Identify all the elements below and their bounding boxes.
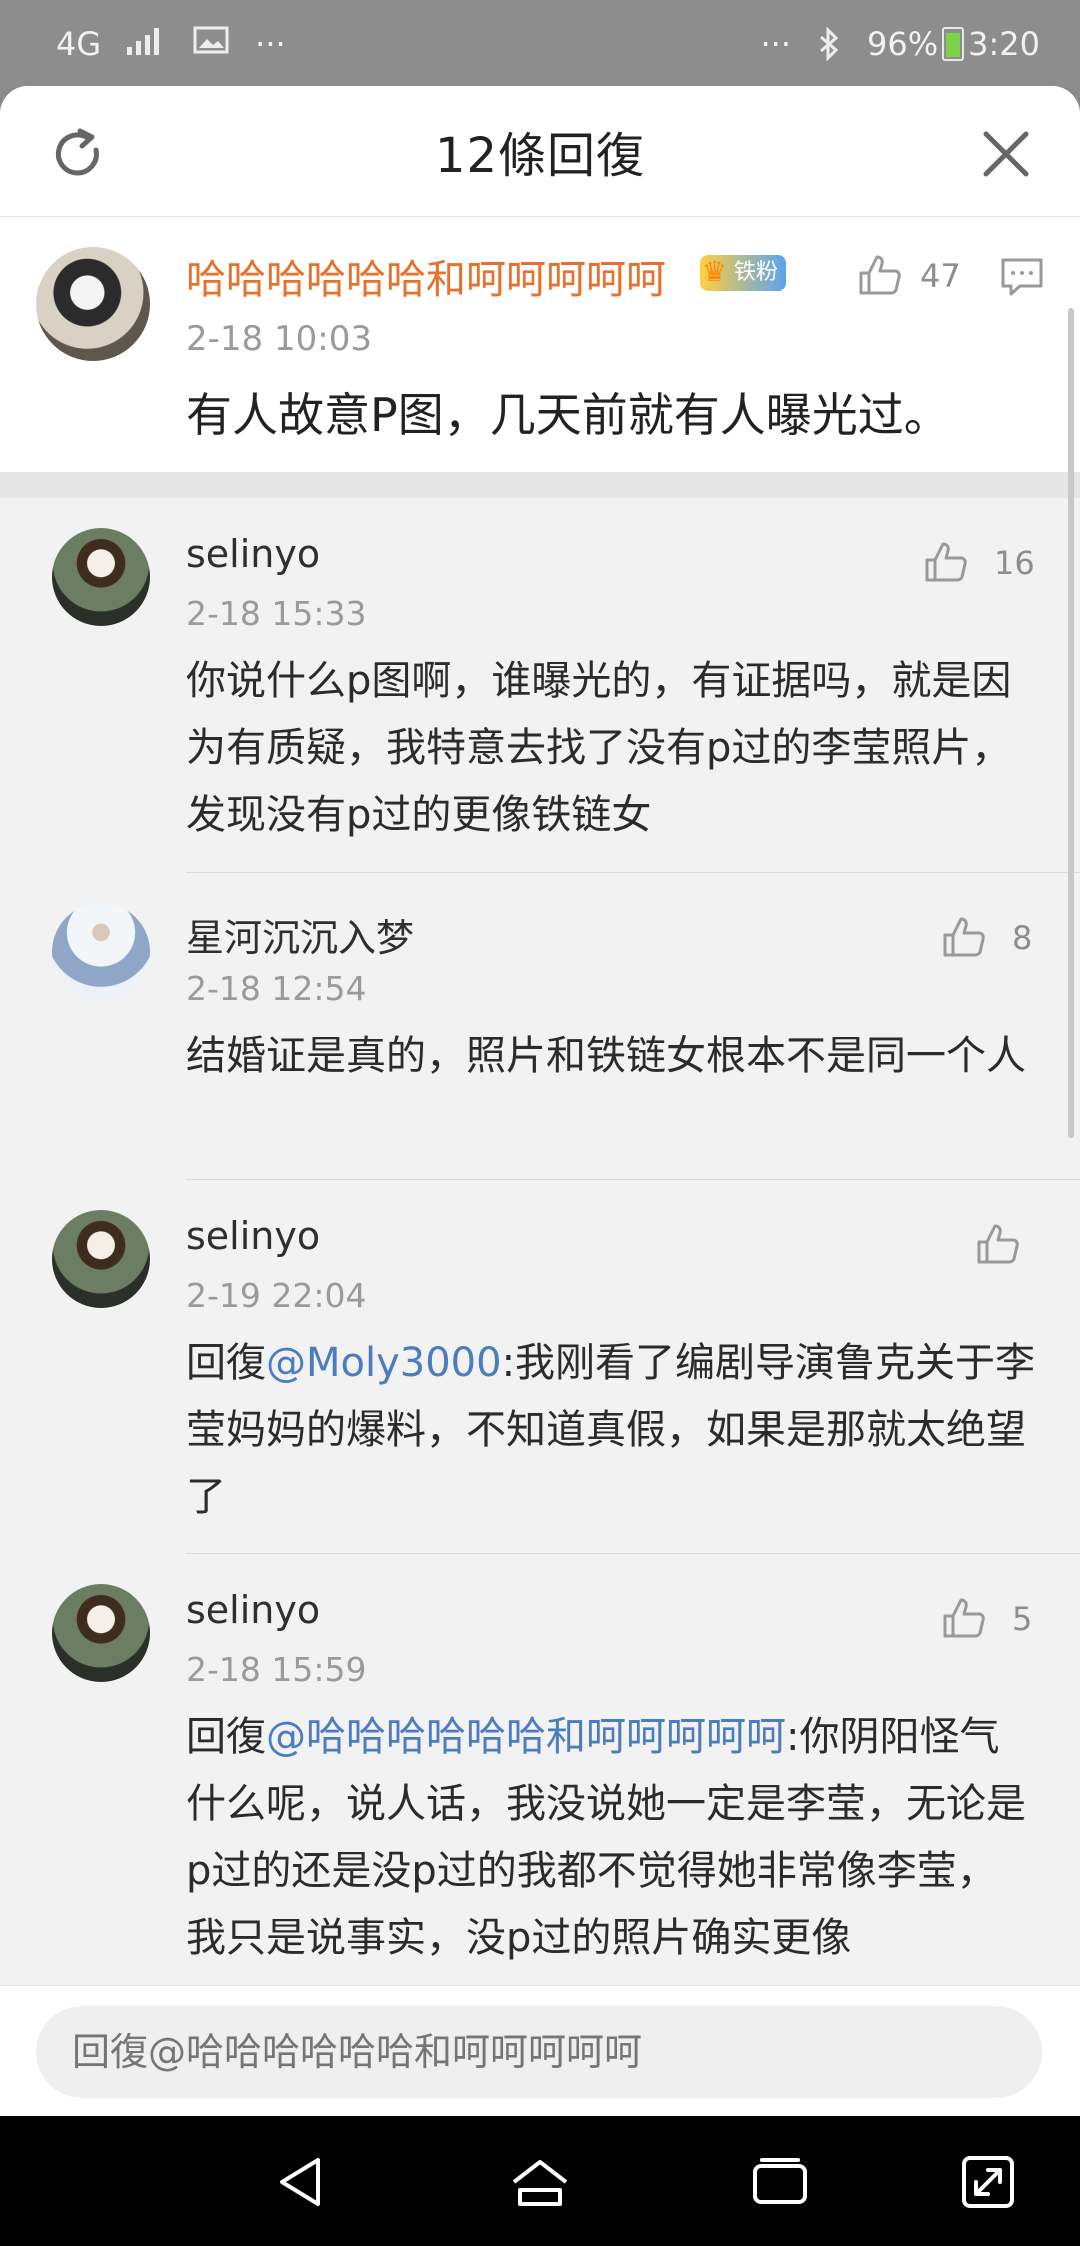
navigation-bar [0, 2116, 1080, 2246]
home-icon[interactable] [510, 2152, 570, 2212]
reply-author[interactable]: selinyo [186, 1588, 320, 1632]
reply-time: 2-18 12:54 [186, 969, 367, 1008]
thumbs-up-icon[interactable] [940, 913, 988, 961]
expand-icon[interactable] [958, 2152, 1018, 2212]
avatar[interactable] [52, 1210, 150, 1308]
reply-author[interactable]: selinyo [186, 532, 320, 576]
reply-author[interactable]: selinyo [186, 1214, 320, 1258]
reply-prefix: 回復 [186, 1714, 266, 1760]
thumbs-up-icon[interactable] [974, 1220, 1022, 1268]
comment-icon[interactable] [1000, 255, 1044, 299]
network-indicator: 4G [56, 25, 102, 63]
status-right: ··· 96% 3:20 [761, 25, 1041, 63]
reply-time: 2-18 15:33 [186, 594, 367, 633]
status-left: 4G ··· [56, 25, 286, 63]
comment-time: 2-18 10:03 [186, 319, 372, 359]
reply-item: 星河沉沉入梦 2-18 12:54 8 结婚证是真的，照片和铁链女根本不是同一个… [0, 873, 1080, 1180]
reply-text: 回復@哈哈哈哈哈哈和呵呵呵呵呵:你阴阳怪气什么呢，说人话，我没说她一定是李莹，无… [186, 1704, 1036, 1972]
crown-icon: ♛ [702, 255, 728, 288]
reply-author[interactable]: 星河沉沉入梦 [186, 907, 414, 962]
sheet-header: 12條回復 [0, 86, 1080, 217]
battery-icon [942, 27, 965, 61]
section-divider [0, 472, 1080, 498]
replies-sheet: 12條回復 哈哈哈哈哈哈和呵呵呵呵呵 ♛ 铁粉 2-18 10:03 有人故意P… [0, 86, 1080, 2116]
reply-time: 2-18 15:59 [186, 1650, 367, 1689]
more-notifications-indicator: ··· [255, 25, 286, 63]
reply-item: selinyo 2-19 22:04 回復@Moly3000:我刚看了编剧导演鲁… [0, 1180, 1080, 1554]
comment-text: 有人故意P图，几天前就有人曝光过。 [186, 388, 950, 442]
reply-time: 2-19 22:04 [186, 1276, 367, 1315]
reply-prefix: 回復 [186, 1340, 266, 1386]
fan-badge-label: 铁粉 [734, 260, 779, 285]
user-mention-link[interactable]: @哈哈哈哈哈哈和呵呵呵呵呵 [266, 1714, 786, 1760]
back-icon[interactable] [272, 2152, 332, 2212]
recents-icon[interactable] [750, 2152, 810, 2212]
reply-content: 结婚证是真的，照片和铁链女根本不是同一个人 [186, 1033, 1026, 1079]
battery-percent: 96% [867, 25, 939, 63]
original-comment: 哈哈哈哈哈哈和呵呵呵呵呵 ♛ 铁粉 2-18 10:03 有人故意P图，几天前就… [0, 217, 1080, 472]
reply-text: 你说什么p图啊，谁曝光的，有证据吗，就是因为有质疑，我特意去找了没有p过的李莹照… [186, 648, 1036, 849]
more-status-indicator: ··· [760, 25, 792, 63]
avatar[interactable] [52, 1584, 150, 1682]
like-count: 47 [920, 257, 961, 295]
reply-input-bar [0, 1985, 1080, 2116]
like-count: 8 [1012, 919, 1033, 957]
like-count: 5 [1012, 1600, 1033, 1638]
avatar[interactable] [52, 903, 150, 1001]
bluetooth-icon [817, 27, 841, 61]
image-notification-icon [193, 25, 229, 63]
like-count: 16 [994, 544, 1035, 582]
thumbs-up-icon[interactable] [922, 538, 970, 586]
avatar[interactable] [52, 528, 150, 626]
user-mention-link[interactable]: @Moly3000 [266, 1340, 502, 1386]
clock: 3:20 [968, 25, 1040, 63]
status-bar: 4G ··· ··· 96% 3:20 [0, 0, 1080, 88]
reply-item: selinyo 2-18 15:59 5 回復@哈哈哈哈哈哈和呵呵呵呵呵:你阴阳… [0, 1554, 1080, 1985]
reply-content: 你说什么p图啊，谁曝光的，有证据吗，就是因为有质疑，我特意去找了没有p过的李莹照… [186, 658, 1012, 838]
reply-input[interactable] [36, 2006, 1042, 2098]
thumbs-up-icon[interactable] [856, 251, 904, 299]
fan-badge: ♛ 铁粉 [700, 255, 787, 291]
reply-item: selinyo 2-18 15:33 16 你说什么p图啊，谁曝光的，有证据吗，… [0, 498, 1080, 873]
scrollbar[interactable] [1068, 308, 1074, 1138]
reply-text: 回復@Moly3000:我刚看了编剧导演鲁克关于李莹妈妈的爆料，不知道真假，如果… [186, 1330, 1036, 1531]
thumbs-up-icon[interactable] [940, 1594, 988, 1642]
page-title: 12條回復 [434, 128, 646, 184]
comment-author[interactable]: 哈哈哈哈哈哈和呵呵呵呵呵 [186, 247, 666, 305]
avatar[interactable] [36, 247, 150, 361]
signal-icon [127, 25, 167, 63]
reply-text: 结婚证是真的，照片和铁链女根本不是同一个人 [186, 1023, 1036, 1090]
close-icon[interactable] [980, 128, 1032, 180]
